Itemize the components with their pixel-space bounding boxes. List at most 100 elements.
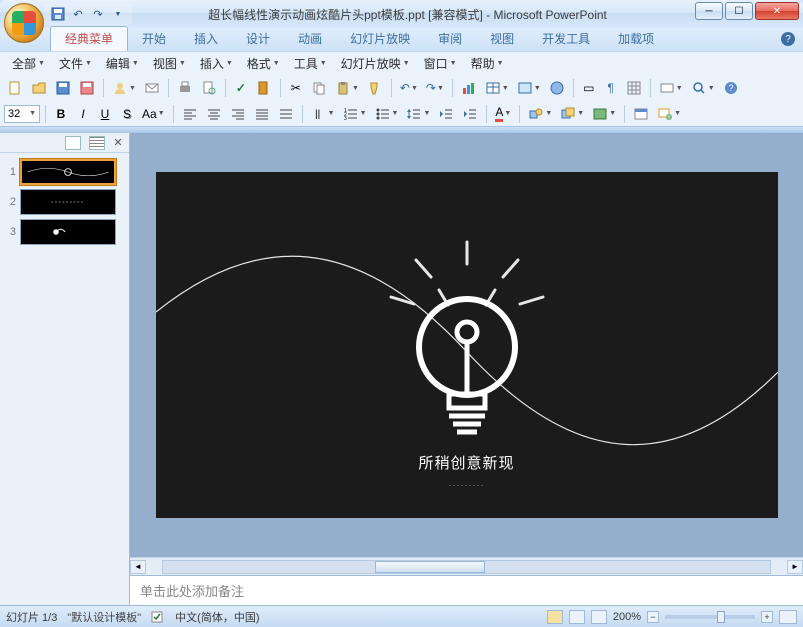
saveas-button[interactable]: [76, 78, 98, 98]
zoom-slider[interactable]: [665, 615, 755, 619]
zoom-in-button[interactable]: +: [761, 611, 773, 623]
canvas-area[interactable]: 所稍创意新现 ·········: [130, 133, 803, 557]
thumb-row[interactable]: 1: [2, 157, 127, 187]
permission-button[interactable]: ▼: [109, 78, 139, 98]
decrease-indent-button[interactable]: [435, 104, 457, 124]
slide-thumbnail-1[interactable]: [20, 159, 116, 185]
research-button[interactable]: [253, 78, 275, 98]
show-formatting-button[interactable]: ¶: [601, 78, 621, 98]
menu-help[interactable]: 帮助▼: [465, 53, 510, 74]
ppt-help-button[interactable]: ?: [720, 78, 742, 98]
fit-to-window-button[interactable]: [779, 610, 797, 624]
menu-tools[interactable]: 工具▼: [288, 53, 333, 74]
shadow-button[interactable]: S: [117, 104, 137, 124]
new-button[interactable]: [4, 78, 26, 98]
bullets-button[interactable]: ▼: [372, 104, 402, 124]
email-button[interactable]: [141, 78, 163, 98]
text-direction-button[interactable]: ||▼: [308, 104, 338, 124]
insert-table-button[interactable]: ▼: [482, 78, 512, 98]
status-language[interactable]: 中文(简体，中国): [175, 609, 259, 625]
menu-edit[interactable]: 编辑▼: [100, 53, 145, 74]
tab-insert[interactable]: 插入: [180, 27, 232, 51]
undo-icon[interactable]: ↶: [70, 6, 86, 22]
line-spacing-button[interactable]: ▼: [403, 104, 433, 124]
shapes-button[interactable]: ▼: [525, 104, 555, 124]
slide-thumbnail-3[interactable]: [20, 219, 116, 245]
open-button[interactable]: [28, 78, 50, 98]
save-icon[interactable]: [50, 6, 66, 22]
tab-slideshow[interactable]: 幻灯片放映: [336, 27, 424, 51]
tab-addins[interactable]: 加载项: [604, 27, 668, 51]
copy-button[interactable]: [308, 78, 330, 98]
menu-all[interactable]: 全部▼: [6, 53, 51, 74]
align-left-button[interactable]: [179, 104, 201, 124]
status-template[interactable]: "默认设计模板": [67, 609, 141, 625]
thumb-row[interactable]: 2: [2, 187, 127, 217]
sorter-view-button[interactable]: [569, 610, 585, 624]
menu-view[interactable]: 视图▼: [147, 53, 192, 74]
print-button[interactable]: [174, 78, 196, 98]
gridlines-button[interactable]: [623, 78, 645, 98]
tables-button[interactable]: ▼: [514, 78, 544, 98]
office-button[interactable]: [4, 3, 44, 43]
redo-button[interactable]: ↷▼: [423, 78, 447, 98]
status-spellcheck[interactable]: [151, 610, 165, 624]
menu-window[interactable]: 窗口▼: [418, 53, 463, 74]
design-button[interactable]: [630, 104, 652, 124]
numbering-button[interactable]: 123▼: [340, 104, 370, 124]
quick-styles-button[interactable]: ▼: [589, 104, 619, 124]
zoom-button[interactable]: ▼: [688, 78, 718, 98]
zoom-out-button[interactable]: −: [647, 611, 659, 623]
align-center-button[interactable]: [203, 104, 225, 124]
scroll-left-button[interactable]: ◄: [130, 560, 146, 574]
tab-design[interactable]: 设计: [232, 27, 284, 51]
tab-animation[interactable]: 动画: [284, 27, 336, 51]
zoom-slider-thumb[interactable]: [717, 611, 725, 623]
horizontal-scrollbar[interactable]: ◄ ►: [130, 557, 803, 575]
tab-review[interactable]: 审阅: [424, 27, 476, 51]
outline-tab-icon[interactable]: [89, 136, 105, 150]
maximize-button[interactable]: ☐: [725, 2, 753, 20]
spelling-button[interactable]: ✓: [231, 78, 251, 98]
save-button[interactable]: [52, 78, 74, 98]
fontsize-input[interactable]: 32▼: [4, 105, 40, 123]
increase-indent-button[interactable]: [459, 104, 481, 124]
qat-dropdown-icon[interactable]: ▼: [110, 6, 126, 22]
tab-home[interactable]: 开始: [128, 27, 180, 51]
notes-pane[interactable]: 单击此处添加备注: [130, 575, 803, 605]
thumb-row[interactable]: 3: [2, 217, 127, 247]
insert-chart-button[interactable]: [458, 78, 480, 98]
zoom-percent[interactable]: 200%: [613, 611, 641, 623]
menu-format[interactable]: 格式▼: [241, 53, 286, 74]
print-preview-button[interactable]: [198, 78, 220, 98]
bold-button[interactable]: B: [51, 104, 71, 124]
menu-slideshow[interactable]: 幻灯片放映▼: [335, 53, 416, 74]
cut-button[interactable]: ✂: [286, 78, 306, 98]
arrange-button[interactable]: ▼: [557, 104, 587, 124]
change-case-button[interactable]: Aa▼: [139, 104, 168, 124]
status-slide-counter[interactable]: 幻灯片 1/3: [6, 609, 57, 625]
minimize-button[interactable]: ─: [695, 2, 723, 20]
paste-button[interactable]: ▼: [332, 78, 362, 98]
format-painter-button[interactable]: [364, 78, 386, 98]
undo-button[interactable]: ↶▼: [397, 78, 421, 98]
normal-view-button[interactable]: [547, 610, 563, 624]
expand-button[interactable]: ▭: [579, 78, 599, 98]
tab-classic-menu[interactable]: 经典菜单: [50, 26, 128, 51]
slides-tab-icon[interactable]: [65, 136, 81, 150]
close-button[interactable]: ✕: [755, 2, 799, 20]
scroll-right-button[interactable]: ►: [787, 560, 803, 574]
align-right-button[interactable]: [227, 104, 249, 124]
slideshow-view-button[interactable]: [591, 610, 607, 624]
new-slide-button[interactable]: +▼: [654, 104, 684, 124]
menu-file[interactable]: 文件▼: [53, 53, 98, 74]
redo-icon[interactable]: ↷: [90, 6, 106, 22]
italic-button[interactable]: I: [73, 104, 93, 124]
distributed-button[interactable]: [275, 104, 297, 124]
font-color-button[interactable]: A▼: [492, 104, 514, 124]
underline-button[interactable]: U: [95, 104, 115, 124]
color-grayscale-button[interactable]: ▼: [656, 78, 686, 98]
scroll-track[interactable]: [162, 560, 771, 574]
justify-button[interactable]: [251, 104, 273, 124]
slide-canvas[interactable]: 所稍创意新现 ·········: [156, 172, 778, 518]
